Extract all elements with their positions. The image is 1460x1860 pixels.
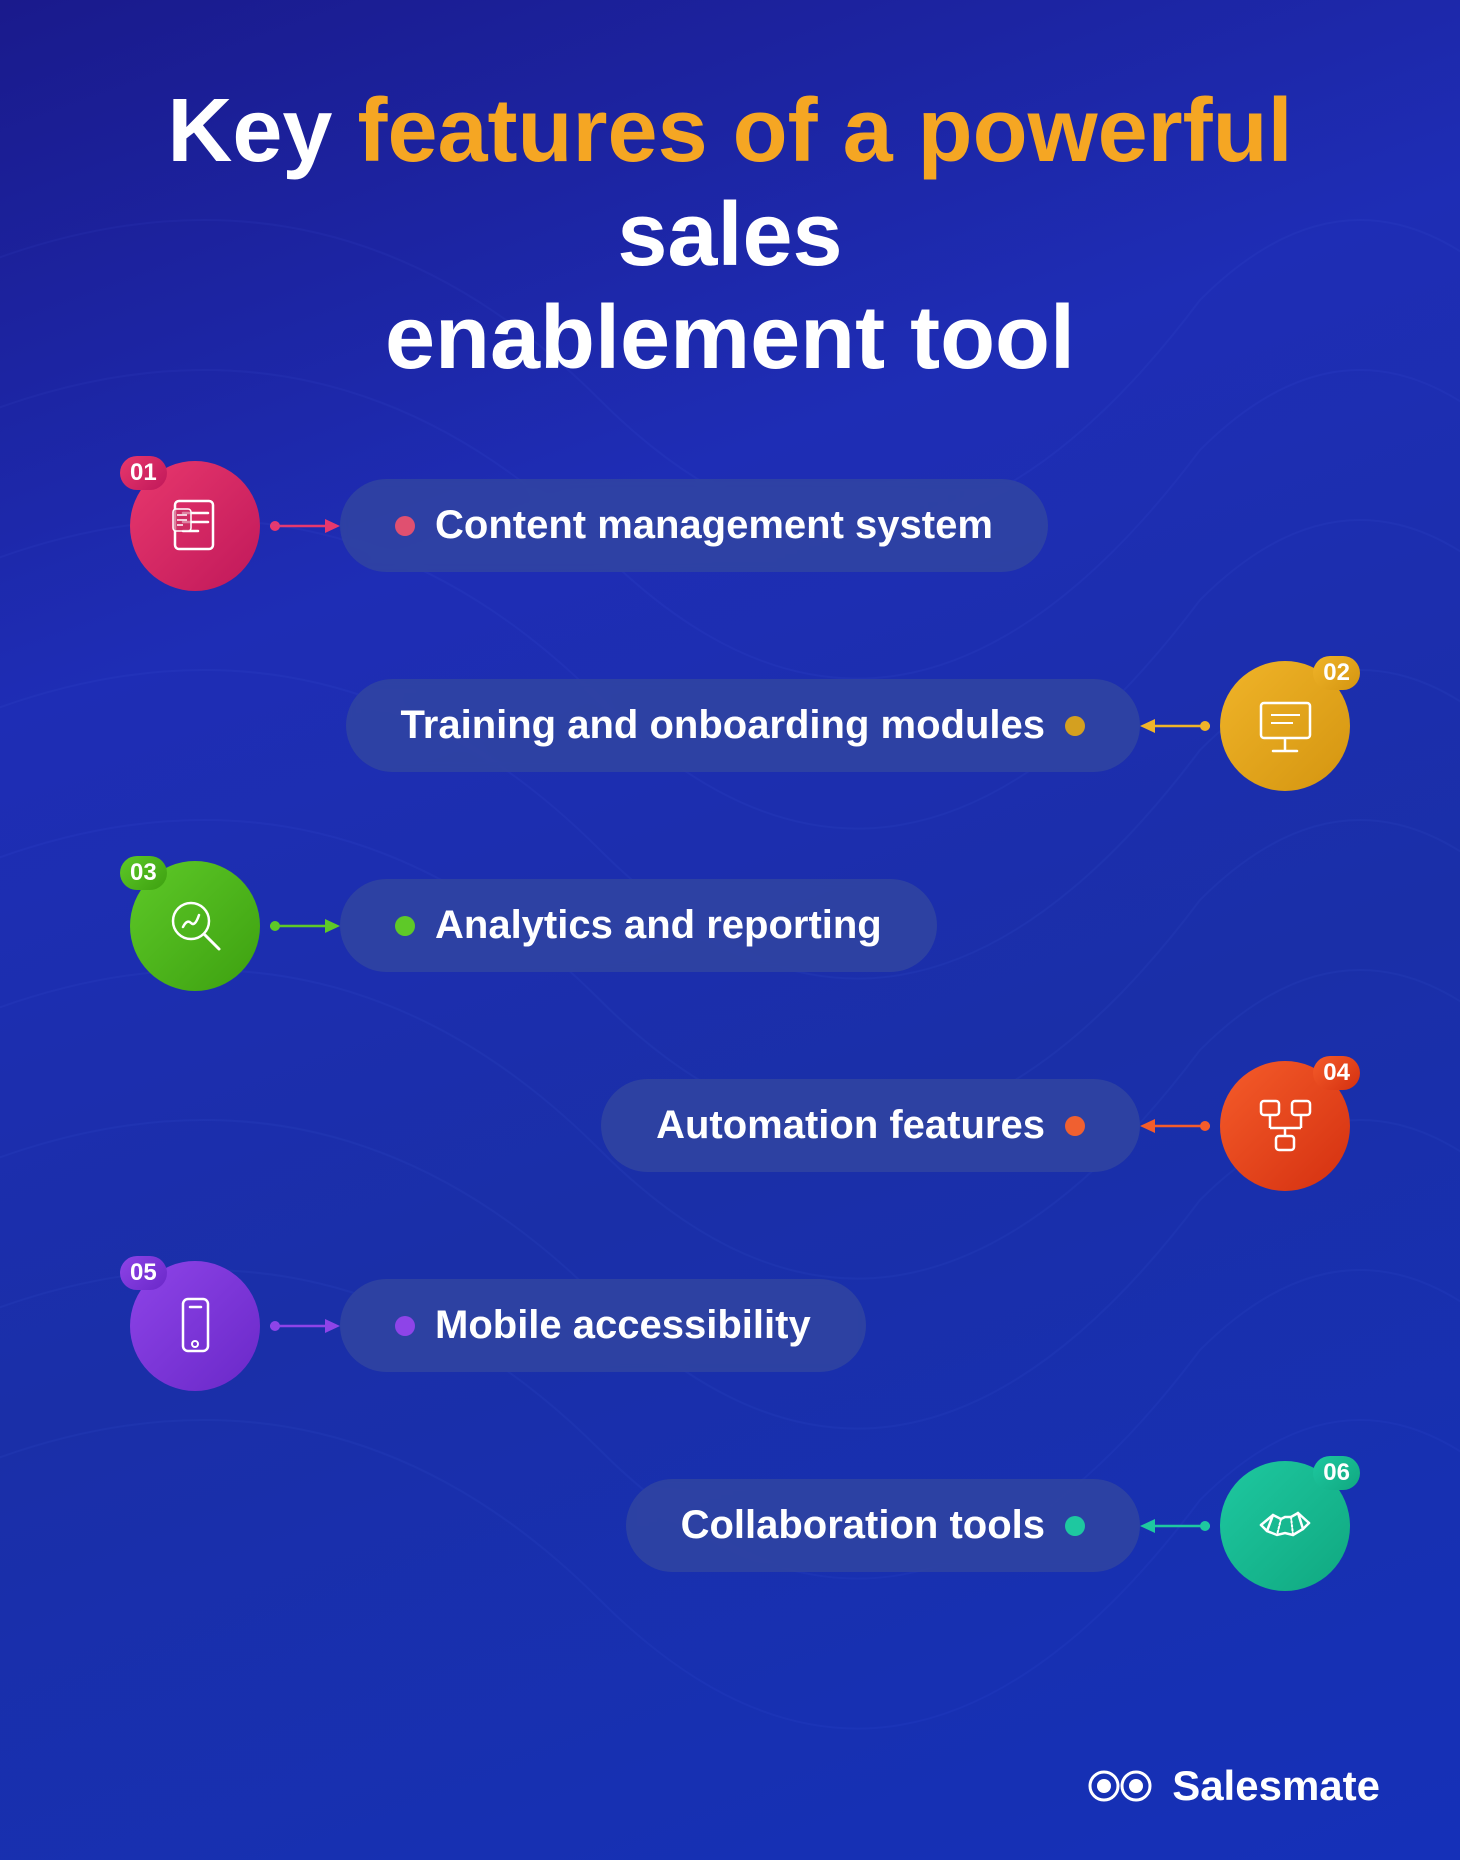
feature-2-number: 02 (1313, 656, 1360, 690)
feature-5-connector (270, 1311, 340, 1341)
feature-5-dot (395, 1316, 415, 1336)
main-title: Key features of a powerful sales enablem… (100, 80, 1360, 391)
analytics-icon (163, 893, 228, 958)
salesmate-logo-text: Salesmate (1172, 1762, 1380, 1810)
handshake-icon (1253, 1493, 1318, 1558)
feature-3-number: 03 (120, 856, 167, 890)
feature-3-icon-group: 03 (120, 856, 270, 996)
feature-4-dot (1065, 1116, 1085, 1136)
feature-6-label: Collaboration tools (626, 1479, 1140, 1572)
feature-6-number: 06 (1313, 1456, 1360, 1490)
feature-row-5: 05 Mobile accessibility (60, 1251, 1400, 1401)
feature-2-connector (1140, 711, 1210, 741)
feature-2-text: Training and onboarding modules (401, 703, 1045, 748)
feature-6-dot (1065, 1516, 1085, 1536)
feature-4-connector (1140, 1111, 1210, 1141)
feature-4-icon-group: 04 (1210, 1056, 1360, 1196)
feature-1-text: Content management system (435, 503, 993, 548)
feature-5-icon-group: 05 (120, 1256, 270, 1396)
feature-1-connector (270, 511, 340, 541)
feature-3-text: Analytics and reporting (435, 903, 882, 948)
feature-row-2: 02 Training and onboarding modul (60, 651, 1400, 801)
mobile-icon (163, 1293, 228, 1358)
logo-section: Salesmate (1086, 1762, 1380, 1810)
feature-6-icon-group: 06 (1210, 1456, 1360, 1596)
feature-1-number: 01 (120, 456, 167, 490)
features-list: 01 (0, 451, 1460, 1631)
presentation-icon (1253, 693, 1318, 758)
feature-2-dot (1065, 716, 1085, 736)
feature-1-icon-group: 01 (120, 456, 270, 596)
feature-5-label: Mobile accessibility (340, 1279, 866, 1372)
feature-3-connector (270, 911, 340, 941)
feature-4-label: Automation features (601, 1079, 1140, 1172)
feature-3-dot (395, 916, 415, 936)
document-icon (163, 493, 228, 558)
feature-1-dot (395, 516, 415, 536)
feature-6-text: Collaboration tools (681, 1503, 1045, 1548)
feature-4-number: 04 (1313, 1056, 1360, 1090)
title-section: Key features of a powerful sales enablem… (0, 0, 1460, 451)
automation-icon (1253, 1093, 1318, 1158)
feature-3-label: Analytics and reporting (340, 879, 937, 972)
feature-1-label: Content management system (340, 479, 1048, 572)
feature-2-icon-group: 02 (1210, 656, 1360, 796)
feature-row-1: 01 (60, 451, 1400, 601)
salesmate-logo-icon (1086, 1766, 1156, 1806)
feature-5-text: Mobile accessibility (435, 1303, 811, 1348)
feature-row-4: 04 (60, 1051, 1400, 1201)
feature-2-label: Training and onboarding modules (346, 679, 1140, 772)
feature-row-6: 06 Collaboration tool (60, 1451, 1400, 1601)
feature-4-text: Automation features (656, 1103, 1045, 1148)
feature-6-connector (1140, 1511, 1210, 1541)
feature-5-number: 05 (120, 1256, 167, 1290)
feature-row-3: 03 Analytics and reporting (60, 851, 1400, 1001)
title-highlight-features: features of a powerful (357, 81, 1292, 181)
